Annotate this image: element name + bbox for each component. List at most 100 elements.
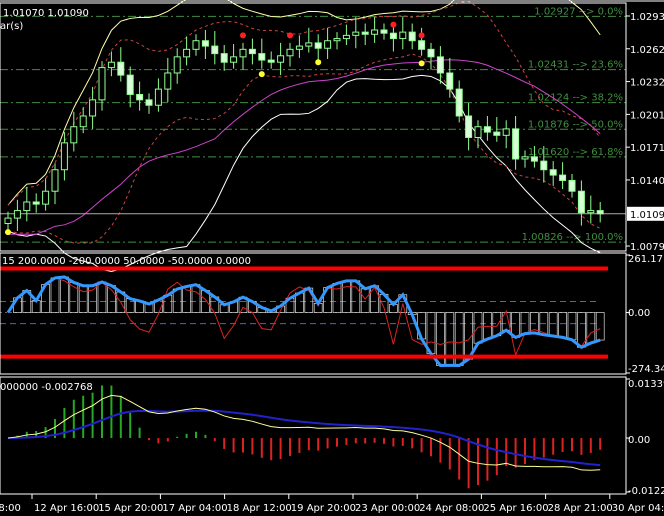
candle-body [154, 88, 162, 106]
candle[interactable] [474, 120, 482, 149]
candle[interactable] [192, 34, 200, 56]
candle[interactable] [436, 46, 444, 84]
candle[interactable] [248, 38, 256, 65]
candle[interactable] [32, 193, 40, 213]
candle[interactable] [455, 80, 463, 123]
candle-body [521, 156, 529, 160]
macd-panel[interactable] [7, 385, 602, 489]
candle[interactable] [277, 42, 285, 76]
candle[interactable] [267, 51, 275, 69]
candle-body [465, 115, 473, 138]
candle[interactable] [117, 47, 125, 82]
candle[interactable] [352, 17, 360, 49]
candle[interactable] [239, 42, 247, 70]
candle[interactable] [333, 32, 341, 50]
candle[interactable] [70, 111, 78, 152]
candle-body [559, 174, 567, 181]
candle[interactable] [13, 199, 21, 231]
candle[interactable] [314, 34, 322, 62]
cci-panel[interactable] [0, 266, 608, 367]
time-axis-label: 12 Apr 16:00 [34, 503, 99, 514]
candle[interactable] [295, 35, 303, 58]
macd-axis-label: -0.01223 [628, 486, 664, 497]
fib-level-label: 1.02431 --> 23.6% [528, 60, 623, 71]
candle-body [502, 128, 510, 136]
candle[interactable] [23, 186, 31, 222]
candle[interactable] [587, 195, 595, 224]
candle-body [549, 169, 557, 176]
candle[interactable] [258, 38, 266, 69]
candle[interactable] [342, 24, 350, 46]
candle[interactable] [4, 211, 12, 230]
fractal-up-dot [418, 32, 425, 39]
candle[interactable] [324, 27, 332, 59]
candle[interactable] [465, 103, 473, 151]
candle[interactable] [164, 57, 172, 102]
candle[interactable] [483, 115, 491, 141]
candle[interactable] [399, 17, 407, 50]
candle[interactable] [98, 61, 106, 111]
candle[interactable] [145, 93, 153, 114]
candle[interactable] [211, 31, 219, 65]
candle[interactable] [380, 23, 388, 40]
candle-body [427, 48, 435, 58]
candle-body [51, 169, 59, 192]
candle[interactable] [559, 162, 567, 190]
candle[interactable] [371, 17, 379, 43]
fractal-down-dot [418, 60, 425, 67]
candle[interactable] [154, 78, 162, 112]
candle[interactable] [89, 86, 97, 129]
candle[interactable] [502, 120, 510, 149]
macd-axis-label: 0.00 [628, 435, 650, 446]
candle-body [455, 88, 463, 117]
price-axis-label: 1.02930 [630, 12, 664, 23]
cci-histogram-bar [492, 312, 502, 337]
candle-body [436, 56, 444, 74]
candle-body [333, 38, 341, 42]
trading-chart[interactable]: 1.02927 --> 0.0%1.02431 --> 23.6%1.02124… [0, 0, 664, 516]
fib-level-label: 1.01620 --> 61.8% [528, 147, 623, 158]
candle-body [117, 61, 125, 76]
candle[interactable] [596, 201, 604, 223]
main-header-values: 1.01070 1.01090 [3, 8, 89, 19]
cci-histogram-bar [586, 312, 596, 344]
candle[interactable] [361, 23, 369, 46]
candle-body [107, 61, 115, 69]
fib-level-label: 1.01876 --> 50.0% [528, 119, 623, 130]
candle[interactable] [418, 27, 426, 56]
candle-body [239, 48, 247, 58]
candle[interactable] [577, 180, 585, 226]
candle-body [42, 190, 50, 205]
candle[interactable] [173, 48, 181, 84]
fractal-down-dot [258, 71, 265, 78]
candle[interactable] [126, 66, 134, 108]
macd-header: 000000 -0.002768 [0, 382, 93, 393]
candle[interactable] [60, 132, 68, 181]
candle[interactable] [42, 178, 50, 211]
candle[interactable] [230, 43, 238, 69]
candle[interactable] [568, 174, 576, 198]
main-price-panel[interactable]: 1.02927 --> 0.0%1.02431 --> 23.6%1.02124… [0, 0, 626, 272]
candle[interactable] [51, 163, 59, 205]
candle[interactable] [549, 161, 557, 186]
fractal-up-dot [240, 32, 246, 39]
cci-histogram-bar [97, 281, 107, 313]
candle-body [192, 40, 200, 50]
candle[interactable] [183, 36, 191, 66]
candle-body [568, 179, 576, 192]
candle-body [596, 210, 604, 215]
fractal-up-dot [390, 21, 397, 28]
cci-histogram-bar [332, 283, 342, 313]
candle[interactable] [427, 42, 435, 70]
candle[interactable] [201, 29, 209, 59]
candle[interactable] [136, 81, 144, 111]
candle-body [371, 29, 379, 35]
candle[interactable] [512, 115, 520, 170]
candle[interactable] [286, 42, 294, 67]
candle[interactable] [220, 45, 228, 71]
candle-body [587, 210, 595, 214]
cci-axis-label: -274.341 [628, 364, 664, 375]
cci-histogram-bar [558, 312, 567, 338]
time-axis-label: 08:00 [0, 503, 21, 514]
candle[interactable] [408, 23, 416, 50]
